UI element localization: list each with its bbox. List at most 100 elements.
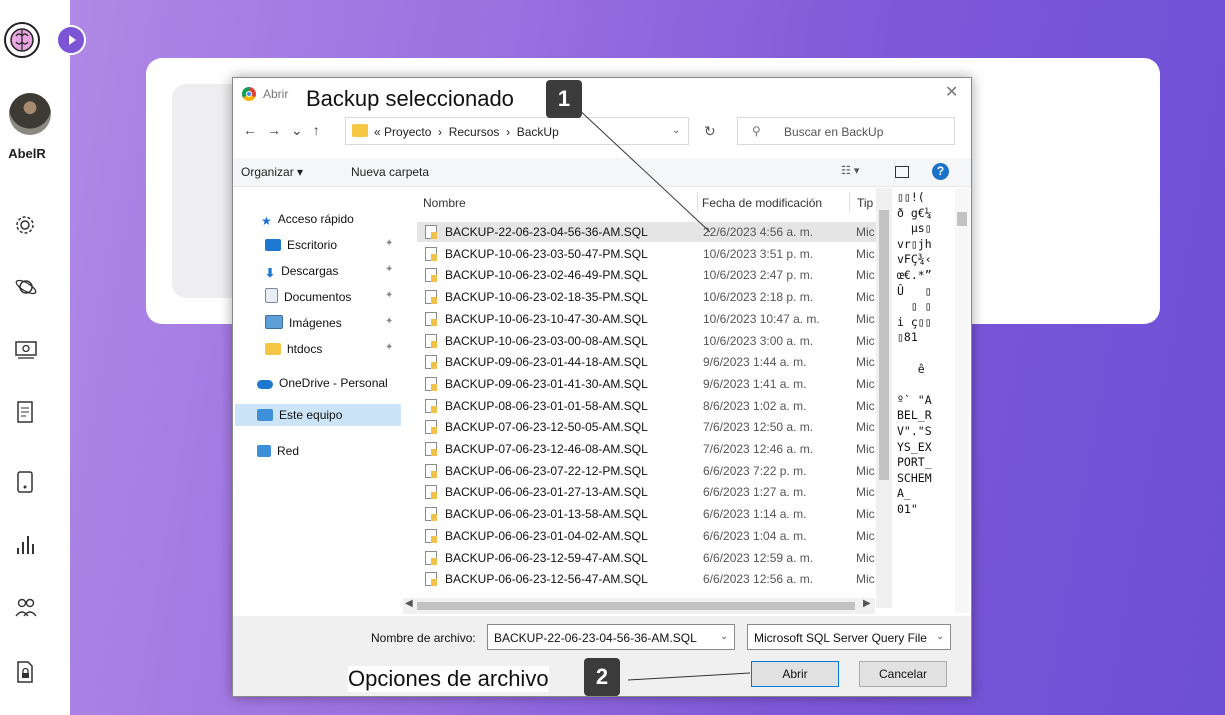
nav-desktop[interactable]: Escritorio bbox=[265, 234, 337, 256]
users-icon[interactable] bbox=[14, 596, 40, 622]
phone-icon[interactable] bbox=[14, 470, 40, 496]
money-icon[interactable] bbox=[14, 338, 40, 364]
receipt-icon[interactable] bbox=[14, 400, 40, 426]
nav-quick-access[interactable]: ★ Acceso rápido bbox=[261, 208, 354, 230]
open-button[interactable]: Abrir bbox=[751, 661, 839, 687]
table-row[interactable]: BACKUP-09-06-23-01-44-18-AM.SQL 9/6/2023 … bbox=[417, 352, 877, 372]
preview-line bbox=[897, 346, 955, 362]
nav-downloads[interactable]: ⬇ Descargas bbox=[265, 260, 338, 282]
preview-line: ▯ ▯ bbox=[897, 299, 932, 314]
search-placeholder: Buscar en BackUp bbox=[784, 125, 884, 139]
nav-htdocs[interactable]: htdocs bbox=[265, 338, 322, 360]
column-name[interactable]: Nombre bbox=[423, 196, 466, 210]
document-lock-icon[interactable] bbox=[14, 660, 40, 686]
table-row[interactable]: BACKUP-10-06-23-10-47-30-AM.SQL 10/6/2023… bbox=[417, 309, 877, 329]
cloud-icon bbox=[257, 380, 273, 389]
help-icon[interactable]: ? bbox=[932, 163, 949, 180]
horizontal-scrollbar[interactable]: ◀ ▶ bbox=[403, 598, 875, 614]
navigation-arrows[interactable]: ←→⌄↑ bbox=[243, 122, 330, 139]
file-name: BACKUP-10-06-23-03-50-47-PM.SQL bbox=[445, 246, 648, 261]
sql-file-icon bbox=[425, 398, 437, 413]
file-type: Mic bbox=[856, 572, 875, 587]
table-row[interactable]: BACKUP-06-06-23-01-04-02-AM.SQL 6/6/2023 … bbox=[417, 526, 877, 546]
table-row[interactable]: BACKUP-09-06-23-01-41-30-AM.SQL 9/6/2023 … bbox=[417, 374, 877, 394]
search-input[interactable]: ⚲ Buscar en BackUp bbox=[737, 117, 955, 145]
table-row[interactable]: BACKUP-08-06-23-01-01-58-AM.SQL 8/6/2023 … bbox=[417, 396, 877, 416]
chart-icon[interactable] bbox=[14, 532, 40, 558]
sql-file-icon bbox=[425, 485, 437, 500]
nav-onedrive[interactable]: OneDrive - Personal bbox=[257, 372, 388, 394]
file-type: Mic bbox=[856, 290, 875, 305]
file-date: 10/6/2023 3:51 p. m. bbox=[703, 246, 814, 261]
brain-logo-icon bbox=[4, 22, 40, 58]
gear-icon[interactable] bbox=[14, 214, 40, 240]
chevron-down-icon[interactable]: ⌄ bbox=[672, 125, 680, 136]
preview-scrollbar[interactable] bbox=[955, 188, 969, 613]
file-date: 10/6/2023 2:47 p. m. bbox=[703, 268, 814, 283]
table-row[interactable]: BACKUP-07-06-23-12-46-08-AM.SQL 7/6/2023 … bbox=[417, 439, 877, 459]
sql-file-icon bbox=[425, 355, 437, 370]
table-row[interactable]: BACKUP-10-06-23-03-50-47-PM.SQL 10/6/2023… bbox=[417, 244, 877, 264]
nav-network[interactable]: Red bbox=[257, 440, 299, 462]
nav-label: Documentos bbox=[284, 290, 352, 304]
file-list-scrollbar[interactable] bbox=[876, 188, 892, 608]
dialog-title: Abrir bbox=[263, 87, 289, 101]
address-path: Proyecto › Recursos › BackUp bbox=[384, 125, 559, 139]
file-preview: ▯▯!(ð g€¼ µs▯ vr▯jh vFÇ¾‹ œ€.*” Û ▯ ▯ ▯ i ç▯▯… bbox=[897, 190, 955, 610]
file-date: 10/6/2023 2:18 p. m. bbox=[703, 290, 814, 305]
table-row[interactable]: BACKUP-06-06-23-12-59-47-AM.SQL 6/6/2023 … bbox=[417, 548, 877, 568]
preview-pane-icon[interactable] bbox=[895, 166, 909, 178]
preview-line: YS_EX bbox=[897, 439, 932, 454]
preview-line: ð g€¼ bbox=[897, 205, 932, 220]
table-row[interactable]: BACKUP-06-06-23-01-27-13-AM.SQL 6/6/2023 … bbox=[417, 482, 877, 502]
column-type[interactable]: Tip bbox=[857, 196, 873, 210]
file-date: 6/6/2023 12:56 a. m. bbox=[703, 572, 814, 587]
scrollbar-thumb[interactable] bbox=[879, 210, 889, 480]
file-type: Mic bbox=[856, 246, 875, 261]
pin-icon: ✦ bbox=[385, 238, 394, 249]
table-row[interactable]: BACKUP-07-06-23-12-50-05-AM.SQL 7/6/2023 … bbox=[417, 417, 877, 437]
open-file-dialog: Abrir ✕ ←→⌄↑ « Proyecto › Recursos › Bac… bbox=[232, 77, 972, 697]
file-date: 6/6/2023 12:59 a. m. bbox=[703, 550, 814, 565]
table-row[interactable]: BACKUP-06-06-23-07-22-12-PM.SQL 6/6/2023 … bbox=[417, 461, 877, 481]
scroll-left-icon[interactable]: ◀ bbox=[405, 598, 413, 609]
chevron-down-icon[interactable]: ⌄ bbox=[720, 631, 728, 642]
file-type: Mic bbox=[856, 333, 875, 348]
nav-this-pc[interactable]: Este equipo bbox=[257, 404, 342, 426]
chevron-down-icon[interactable]: ⌄ bbox=[936, 631, 944, 642]
preview-line bbox=[897, 377, 955, 393]
table-row[interactable]: BACKUP-06-06-23-01-13-58-AM.SQL 6/6/2023 … bbox=[417, 504, 877, 524]
organize-button[interactable]: Organizar ▾ bbox=[241, 165, 303, 179]
planet-icon[interactable] bbox=[14, 276, 40, 302]
table-row[interactable]: BACKUP-06-06-23-12-56-47-AM.SQL 6/6/2023 … bbox=[417, 569, 877, 589]
file-name: BACKUP-06-06-23-12-56-47-AM.SQL bbox=[445, 572, 648, 587]
nav-images[interactable]: Imágenes bbox=[265, 312, 342, 334]
file-name-field[interactable]: BACKUP-22-06-23-04-56-36-AM.SQL ⌄ bbox=[487, 624, 735, 650]
view-options-icon[interactable]: ☷ ▾ bbox=[841, 164, 859, 177]
column-date[interactable]: Fecha de modificación bbox=[702, 196, 822, 210]
scrollbar-thumb[interactable] bbox=[957, 212, 967, 226]
annotation-1-text: Backup seleccionado bbox=[306, 86, 514, 112]
table-row[interactable]: BACKUP-10-06-23-03-00-08-AM.SQL 10/6/2023… bbox=[417, 331, 877, 351]
file-date: 7/6/2023 12:50 a. m. bbox=[703, 420, 814, 435]
avatar[interactable] bbox=[9, 93, 51, 135]
table-row[interactable]: BACKUP-10-06-23-02-18-35-PM.SQL 10/6/2023… bbox=[417, 287, 877, 307]
preview-line: vFÇ¾‹ bbox=[897, 252, 932, 267]
play-icon[interactable] bbox=[56, 25, 86, 55]
refresh-icon[interactable]: ↻ bbox=[704, 123, 716, 140]
nav-documents[interactable]: Documentos bbox=[265, 286, 351, 308]
file-type-value: Microsoft SQL Server Query File bbox=[754, 631, 927, 645]
file-type-select[interactable]: Microsoft SQL Server Query File ⌄ bbox=[747, 624, 951, 650]
file-name: BACKUP-10-06-23-10-47-30-AM.SQL bbox=[445, 311, 648, 326]
nav-label: OneDrive - Personal bbox=[279, 376, 388, 390]
new-folder-button[interactable]: Nueva carpeta bbox=[351, 165, 429, 179]
address-bar[interactable]: « Proyecto › Recursos › BackUp ⌄ bbox=[345, 117, 689, 145]
cancel-button[interactable]: Cancelar bbox=[859, 661, 947, 687]
table-row[interactable]: BACKUP-22-06-23-04-56-36-AM.SQL 22/6/2023… bbox=[417, 222, 877, 242]
preview-line: œ€.*” bbox=[897, 267, 932, 282]
scroll-right-icon[interactable]: ▶ bbox=[863, 598, 871, 609]
close-icon[interactable]: ✕ bbox=[945, 82, 958, 102]
scrollbar-thumb[interactable] bbox=[417, 602, 855, 610]
file-type: Mic bbox=[856, 398, 875, 413]
table-row[interactable]: BACKUP-10-06-23-02-46-49-PM.SQL 10/6/2023… bbox=[417, 265, 877, 285]
